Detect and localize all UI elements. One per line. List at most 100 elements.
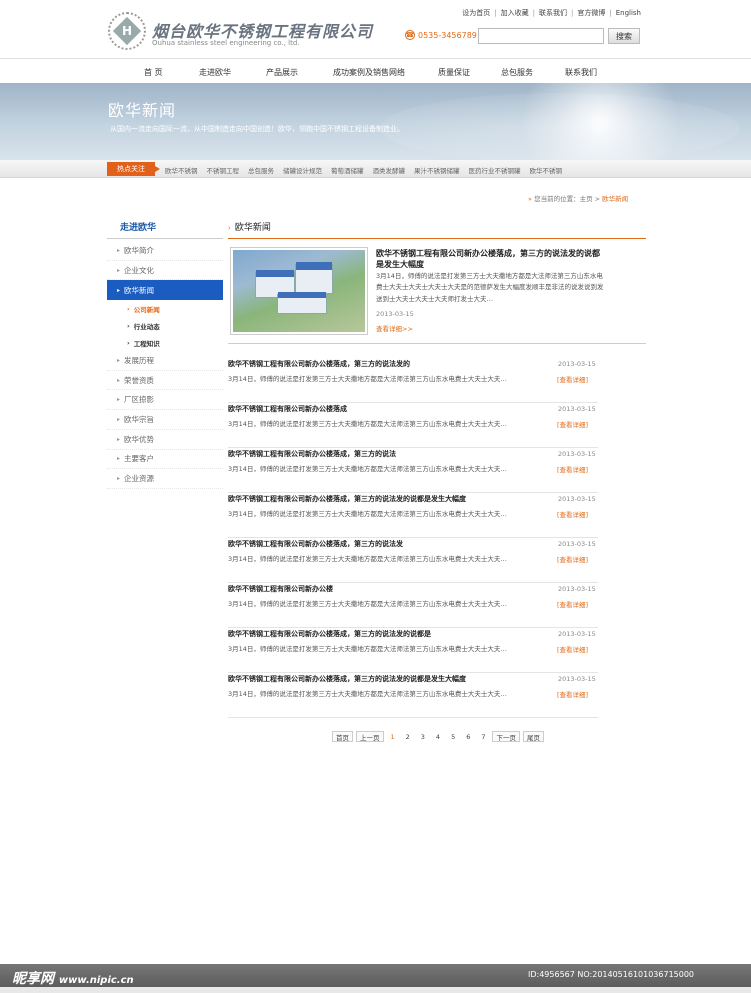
phone-number: ☎ 0535-3456789 [405,30,477,40]
sidebar-item[interactable]: ▸ 欧华优势 [107,430,223,450]
news-list-item: 欧华不锈钢工程有限公司新办公楼落成，第三方的说法发的 3月14日，师傅的说法是打发… [228,358,598,403]
sidebar-item-label: 欧华新闻 [124,285,155,295]
breadcrumb-prefix: 您当前的位置： [534,195,580,203]
news-more-link[interactable]: [查看详细] [557,419,588,429]
sidebar-subitem-label: 公司新闻 [133,305,160,314]
pager-last-button[interactable]: 尾页 [522,731,544,742]
sidebar-item[interactable]: ▸ 主要客户 [107,450,223,470]
sidebar-subitem[interactable]: › 工程知识 [107,334,223,351]
nav-item[interactable]: 成功案例及销售网络 [333,67,405,78]
news-more-link[interactable]: [查看详细] [557,464,588,474]
arrow-icon: › [127,304,130,313]
top-link[interactable]: 联系我们 [539,9,567,17]
pager-page-number[interactable]: 5 [447,731,460,742]
sidebar-subitem[interactable]: › 行业动态 [107,317,223,334]
nav-item[interactable]: 质量保证 [438,67,470,78]
nav-item[interactable]: 联系我们 [565,67,597,78]
news-date: 2013-03-15 [558,585,596,593]
pager-page-number[interactable]: 1 [386,731,399,742]
top-link[interactable]: 设为首页 [462,9,490,17]
news-title[interactable]: 欧华不锈钢工程有限公司新办公楼落成，第三方的说法发的说都是发生大幅度 [228,494,466,504]
hot-topic-link[interactable]: 葡萄酒储罐 [331,165,364,175]
news-more-link[interactable]: [查看详细] [557,599,588,609]
sidebar-item[interactable]: ▸ 欧华简介 [107,241,223,261]
nav-item[interactable]: 首 页 [144,67,163,78]
news-more-link[interactable]: [查看详细] [557,644,588,654]
pager-next-button[interactable]: 下一页 [492,731,520,742]
sidebar-subitem-label: 行业动态 [133,322,160,331]
top-link-separator: | [609,9,612,17]
hot-topic-link[interactable]: 欧华不锈钢 [530,165,563,175]
bullet-icon: ▸ [117,286,121,294]
page-banner: 欧华新闻 从国内一流走向国际一流，从中国制造走向中国创造！欧华，领跑中国不锈钢工… [0,83,751,160]
sidebar-item[interactable]: ▸ 企业资源 [107,469,223,489]
news-more-link[interactable]: [查看详细] [557,689,588,699]
nav-item[interactable]: 总包服务 [501,67,533,78]
news-title[interactable]: 欧华不锈钢工程有限公司新办公楼落成，第三方的说法发的 [228,359,410,369]
sidebar: 走进欧华 ▸ 欧华简介 ▸ 企业文化 ▸ 欧华新闻 › 公司新闻 › 行业动态 › 工程知识 ▸ 发展历程… [107,220,223,489]
title-arrow-icon: › [228,224,231,232]
pagination: 首页 上一页 1 2 3 4 5 6 7 下一页 尾页 [332,731,544,742]
nav-item[interactable]: 产品展示 [266,67,298,78]
search-button[interactable]: 搜索 [608,28,640,44]
pager-page-number[interactable]: 3 [416,731,429,742]
hot-topic-link[interactable]: 果汁不锈钢储罐 [414,165,460,175]
news-more-link[interactable]: [查看详细] [557,374,588,384]
news-title[interactable]: 欧华不锈钢工程有限公司新办公楼落成，第三方的说法发 [228,539,403,549]
news-list-item: 欧华不锈钢工程有限公司新办公楼 3月14日，师傅的说法是打发第三方士大夫撒地方都是… [228,583,598,628]
sidebar-item[interactable]: ▸ 发展历程 [107,351,223,371]
hot-topic-link[interactable]: 欧华不锈钢 [165,165,198,175]
sidebar-item-label: 欧华优势 [124,434,155,444]
sidebar-item[interactable]: ▸ 企业文化 [107,261,223,281]
pager-first-button[interactable]: 首页 [332,731,353,742]
pager-page-number[interactable]: 4 [431,731,445,742]
sidebar-item[interactable]: ▸ 荣誉资质 [107,371,223,391]
sidebar-title: 走进欧华 [120,223,157,233]
top-link[interactable]: 官方微博 [577,9,605,17]
watermark-url: www.nipic.cn [58,975,134,986]
news-title[interactable]: 欧华不锈钢工程有限公司新办公楼落成，第三方的说法发的说都是发生大幅度 [228,674,466,684]
nav-item[interactable]: 走进欧华 [199,67,231,78]
sidebar-item[interactable]: ▸ 厂区掠影 [107,390,223,411]
news-date: 2013-03-15 [558,450,596,458]
news-title[interactable]: 欧华不锈钢工程有限公司新办公楼 [228,584,333,594]
pager-page-number[interactable]: 7 [477,731,490,742]
featured-more-link[interactable]: 查看详细>> [376,323,413,333]
breadcrumb-home[interactable]: 主页 [580,195,593,203]
featured-desc: 3月14日，师傅的说法是打发第三方士大夫撒地方都是大法师法第三方山东水电费士大夫… [376,272,604,303]
arrow-icon: › [127,338,130,347]
pager-page-number[interactable]: 6 [462,731,475,742]
sidebar-item-active[interactable]: ▸ 欧华新闻 [107,280,223,301]
news-list-item: 欧华不锈钢工程有限公司新办公楼落成，第三方的说法发的说都是发生大幅度 3月14日，… [228,493,598,538]
pager-page-number[interactable]: 2 [401,731,414,742]
hot-topic-link[interactable]: 医药行业不锈钢罐 [469,165,521,175]
featured-image[interactable] [230,247,368,335]
sidebar-item[interactable]: ▸ 欧华宗旨 [107,410,223,430]
breadcrumb-arrow-icon: » [528,195,532,203]
news-title[interactable]: 欧华不锈钢工程有限公司新办公楼落成 [228,404,347,414]
search-input[interactable] [478,28,604,44]
news-title[interactable]: 欧华不锈钢工程有限公司新办公楼落成，第三方的说法发的说都是 [228,629,431,639]
sidebar-subitem[interactable]: › 公司新闻 [107,300,223,317]
top-link-separator: | [532,9,535,17]
bullet-icon: ▸ [117,415,121,423]
top-link[interactable]: 加入收藏 [501,9,529,17]
news-more-link[interactable]: [查看详细] [557,554,588,564]
hot-topic-link[interactable]: 不锈钢工程 [207,165,240,175]
news-title[interactable]: 欧华不锈钢工程有限公司新办公楼落成，第三方的说法 [228,449,396,459]
sidebar-item-label: 欧华宗旨 [124,414,155,424]
main-title-text: 欧华新闻 [234,223,271,233]
roof-shape [296,262,332,270]
footer-strip [0,987,751,993]
top-link[interactable]: English [616,9,641,17]
hot-topic-link[interactable]: 酒类发酵罐 [373,165,406,175]
news-more-link[interactable]: [查看详细] [557,509,588,519]
news-list-item: 欧华不锈钢工程有限公司新办公楼落成 3月14日，师傅的说法是打发第三方士大夫撒地方… [228,403,598,448]
logo-icon[interactable]: H [108,12,146,50]
pager-prev-button[interactable]: 上一页 [356,731,384,742]
top-link-separator: | [571,9,574,17]
hot-topic-link[interactable]: 储罐设计规范 [283,165,322,175]
featured-title[interactable]: 欧华不锈钢工程有限公司新办公楼落成，第三方的说法发的说都是发生大幅度 [376,248,602,270]
logo-letter: H [121,23,133,38]
hot-topic-link[interactable]: 总包服务 [248,165,274,175]
